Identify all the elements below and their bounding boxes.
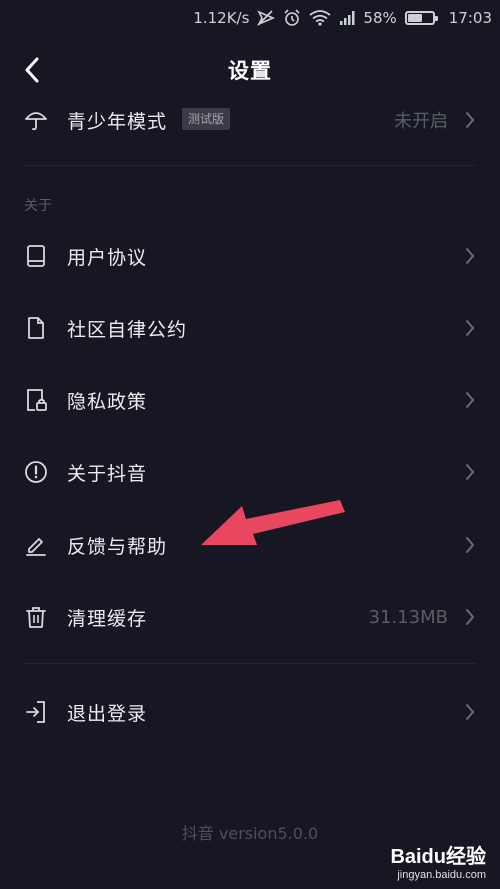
edit-pen-icon (24, 533, 48, 557)
alarm-icon (283, 9, 301, 27)
chevron-right-icon (466, 704, 475, 720)
cache-size: 31.13MB (368, 606, 448, 628)
privacy-policy-row[interactable]: 隐私政策 (0, 370, 500, 430)
chevron-right-icon (466, 320, 475, 336)
user-agreement-label: 用户协议 (67, 246, 148, 269)
chevron-right-icon (466, 248, 475, 264)
about-douyin-label: 关于抖音 (67, 462, 148, 485)
page-title: 设置 (228, 59, 272, 83)
battery-icon (404, 11, 438, 25)
youth-mode-row[interactable]: 青少年模式 测试版 未开启 (0, 90, 500, 150)
clear-cache-label: 清理缓存 (67, 607, 148, 630)
beta-badge: 测试版 (182, 108, 231, 130)
section-divider (24, 165, 476, 166)
logout-label: 退出登录 (67, 702, 148, 725)
clock-time: 17:03 (448, 9, 492, 27)
document-icon (24, 316, 48, 340)
chevron-right-icon (466, 112, 475, 128)
mute-icon (257, 10, 276, 26)
community-convention-label: 社区自律公约 (67, 318, 188, 341)
clear-cache-row[interactable]: 清理缓存 31.13MB (0, 587, 500, 647)
feedback-help-label: 反馈与帮助 (67, 535, 168, 558)
section-divider (24, 663, 476, 664)
youth-mode-label: 青少年模式 (67, 110, 168, 133)
battery-level-fill (407, 14, 422, 22)
chevron-right-icon (466, 609, 475, 625)
wifi-icon (309, 10, 331, 26)
trash-icon (24, 605, 48, 629)
community-convention-row[interactable]: 社区自律公约 (0, 298, 500, 358)
about-section-header: 关于 (24, 198, 52, 214)
logout-icon (24, 700, 48, 724)
chevron-right-icon (466, 464, 475, 480)
watermark-url: jingyan.baidu.com (397, 869, 486, 881)
network-speed: 1.12K/s (193, 9, 250, 27)
battery-percent: 58% (363, 9, 397, 27)
book-icon (24, 244, 48, 268)
chevron-right-icon (466, 392, 475, 408)
annotation-arrow-icon (201, 500, 345, 545)
privacy-lock-icon (24, 388, 48, 412)
privacy-policy-label: 隐私政策 (67, 390, 148, 413)
umbrella-icon (24, 108, 48, 132)
logout-row[interactable]: 退出登录 (0, 682, 500, 742)
watermark-brand: Baidu经验 (390, 846, 486, 868)
baidu-watermark: Baidu经验 jingyan.baidu.com (390, 840, 486, 881)
status-bar: 1.12K/s 58% 17:03 (0, 0, 500, 36)
info-circle-icon (24, 460, 48, 484)
signal-icon (339, 10, 355, 26)
chevron-right-icon (466, 537, 475, 553)
user-agreement-row[interactable]: 用户协议 (0, 226, 500, 286)
youth-mode-status: 未开启 (394, 111, 448, 132)
